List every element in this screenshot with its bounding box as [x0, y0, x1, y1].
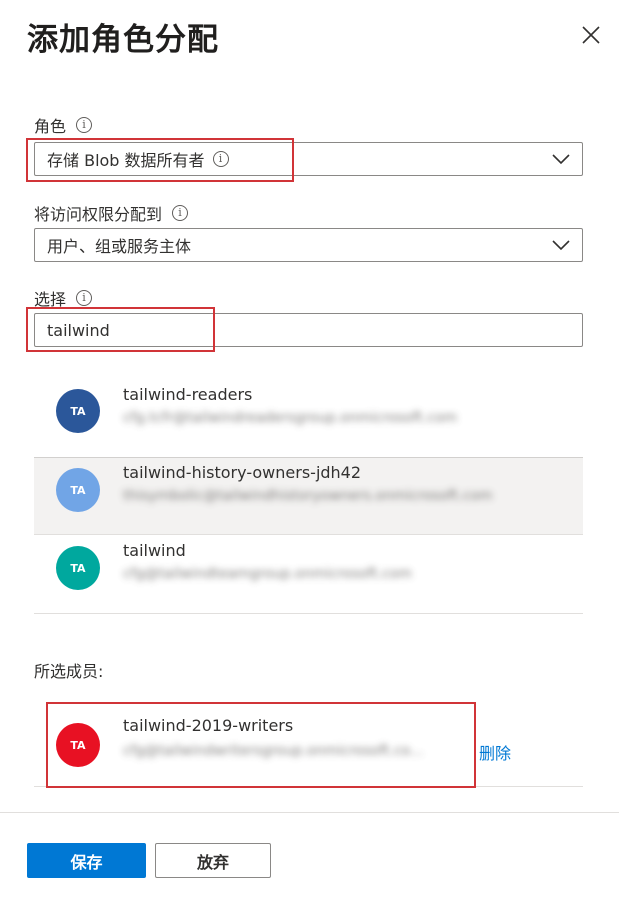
assign-access-dropdown[interactable]: 用户、组或服务主体 — [34, 228, 583, 262]
member-name: tailwind-2019-writers — [123, 716, 294, 735]
chevron-down-icon — [552, 154, 570, 165]
footer-divider — [0, 812, 619, 813]
info-icon[interactable]: i — [172, 205, 189, 221]
assign-access-value: 用户、组或服务主体 — [47, 237, 192, 256]
result-name: tailwind-history-owners-jdh42 — [123, 463, 362, 482]
role-label-row: 角色 i — [34, 113, 93, 137]
result-email: cfg@tailwindteamgroup.onmicrosoft.com — [123, 566, 412, 582]
page-title: 添加角色分配 — [27, 22, 219, 58]
close-icon[interactable] — [578, 22, 604, 48]
role-label: 角色 — [34, 117, 67, 136]
save-button[interactable]: 保存 — [27, 843, 146, 878]
remove-member-link[interactable]: 删除 — [479, 740, 511, 764]
avatar: TA — [56, 546, 100, 590]
member-email: cfg@tailwindwritersgroup.onmicrosoft.co.… — [123, 743, 424, 759]
assign-access-label-row: 将访问权限分配到 i — [34, 201, 189, 225]
search-result-item[interactable]: TA tailwind-history-owners-jdh42 thisymb… — [34, 457, 583, 535]
select-label: 选择 — [34, 290, 67, 309]
chevron-down-icon — [552, 240, 570, 251]
search-result-item[interactable]: TA tailwind cfg@tailwindteamgroup.onmicr… — [34, 536, 583, 614]
selected-member-item: TA tailwind-2019-writers cfg@tailwindwri… — [34, 703, 583, 787]
avatar: TA — [56, 468, 100, 512]
result-name: tailwind — [123, 541, 186, 560]
result-name: tailwind-readers — [123, 385, 253, 404]
info-icon[interactable]: i — [76, 117, 93, 133]
search-result-item[interactable]: TA tailwind-readers cfg.tcfr@tailwindrea… — [34, 380, 583, 458]
discard-button[interactable]: 放弃 — [155, 843, 271, 878]
select-label-row: 选择 i — [34, 286, 93, 310]
avatar: TA — [56, 389, 100, 433]
info-icon[interactable]: i — [76, 290, 93, 306]
info-icon[interactable]: i — [212, 151, 229, 167]
result-email: cfg.tcfr@tailwindreadersgroup.onmicrosof… — [123, 410, 458, 426]
avatar: TA — [56, 723, 100, 767]
result-email: thisymbolic@tailwindhistoryowners.onmicr… — [123, 488, 493, 504]
selected-members-label: 所选成员: — [34, 662, 104, 681]
role-dropdown[interactable]: 存储 Blob 数据所有者 i — [34, 142, 583, 176]
select-search-input[interactable] — [34, 313, 583, 347]
role-value: 存储 Blob 数据所有者 — [47, 151, 205, 170]
assign-access-label: 将访问权限分配到 — [34, 205, 163, 224]
